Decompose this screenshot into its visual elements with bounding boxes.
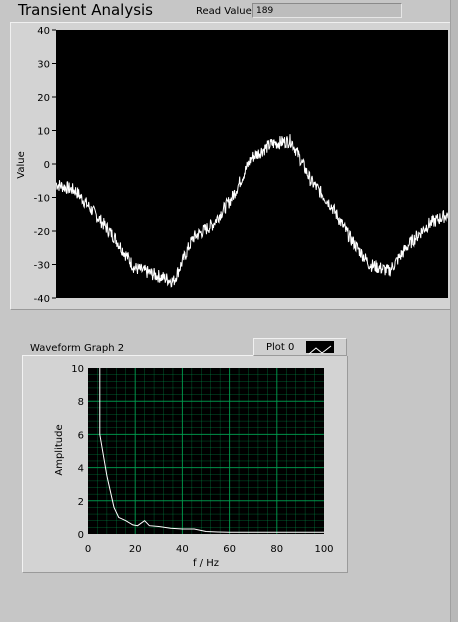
frequency-tick-label: 40 xyxy=(176,544,189,555)
amplitude-tick-label: 10 xyxy=(71,364,84,375)
amplitude-tick-label: 8 xyxy=(78,397,84,408)
frequency-tick-label: 60 xyxy=(223,544,236,555)
frequency-tick-label: 100 xyxy=(314,544,333,555)
spectrum-plot-svg xyxy=(88,368,324,534)
frequency-axis-label: f / Hz xyxy=(193,558,219,569)
frequency-tick-label: 80 xyxy=(270,544,283,555)
vertical-scrollbar[interactable] xyxy=(450,0,458,622)
amplitude-tick-label: 4 xyxy=(78,464,84,475)
frequency-tick-label: 0 xyxy=(85,544,91,555)
spectrum-plot-area[interactable] xyxy=(88,368,324,534)
amplitude-tick-label: 2 xyxy=(78,497,84,508)
frequency-tick-label: 20 xyxy=(129,544,142,555)
amplitude-tick-label: 0 xyxy=(78,530,84,541)
amplitude-tick-label: 6 xyxy=(78,430,84,441)
amplitude-axis-label: Amplitude xyxy=(54,424,65,475)
